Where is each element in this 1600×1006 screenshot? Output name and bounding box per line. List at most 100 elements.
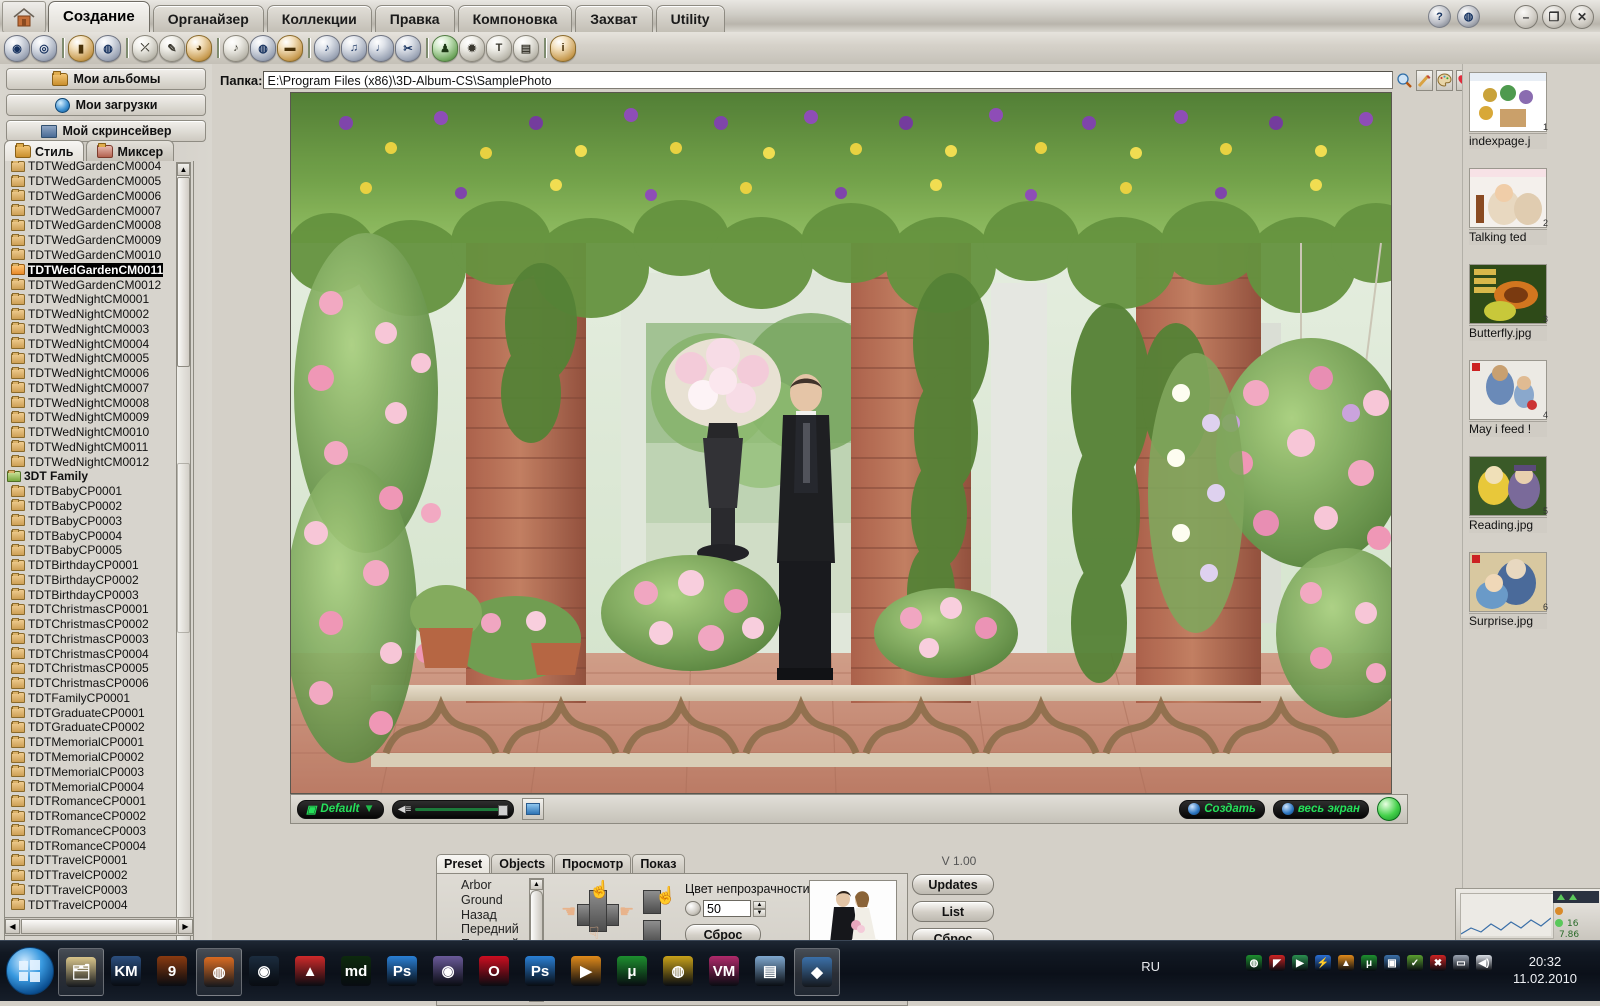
add-photo-icon[interactable]: ▮: [68, 34, 94, 62]
taskbar-explorer-icon[interactable]: 🗂: [58, 948, 104, 996]
thumbnail-image[interactable]: [1469, 264, 1547, 324]
preset-panel-tabs[interactable]: Preset Objects Просмотр Показ: [436, 854, 686, 874]
help-question-icon[interactable]: ?: [1428, 5, 1451, 28]
fullscreen-button[interactable]: весь экран: [1272, 799, 1369, 819]
window-controls[interactable]: – ❐ ✕: [1514, 5, 1594, 29]
tab-style[interactable]: Стиль: [4, 140, 85, 162]
tree-item[interactable]: TDTBabyCP0004: [5, 528, 191, 543]
tree-item[interactable]: TDTChristmasCP0001: [5, 602, 191, 617]
opacity-decrease-icon[interactable]: ▼: [753, 908, 766, 917]
scroll-left-arrow-icon[interactable]: ◀: [5, 919, 20, 934]
tree-item[interactable]: TDTBabyCP0003: [5, 513, 191, 528]
tree-item[interactable]: TDTGraduateCP0001: [5, 705, 191, 720]
tab-компоновка[interactable]: Компоновка: [457, 5, 573, 32]
tree-item[interactable]: TDTWedNightCM0008: [5, 395, 191, 410]
globe-icon[interactable]: ◍: [250, 34, 276, 62]
windows-start-button[interactable]: [6, 947, 54, 995]
language-indicator[interactable]: RU: [1141, 959, 1160, 974]
tree-item[interactable]: TDTWedNightCM0011: [5, 440, 191, 455]
tree-item[interactable]: TDTWedGardenCM0005: [5, 174, 191, 189]
system-tray[interactable]: ◍ ◤ ▶ ⚡ ▲ μ ▣ ✓ ✖ ▭ ◀): [1246, 955, 1492, 971]
tree-item[interactable]: TDTChristmasCP0002: [5, 617, 191, 632]
tree-item[interactable]: TDTBirthdayCP0002: [5, 572, 191, 587]
tray-flash-icon[interactable]: ⚡: [1315, 955, 1331, 971]
taskbar-notes-icon[interactable]: ▤: [748, 948, 792, 994]
thumbnail-item[interactable]: 1 indexpage.j: [1469, 72, 1549, 149]
bell-icon[interactable]: ◕: [186, 34, 212, 62]
music-note-icon[interactable]: ♪: [314, 34, 340, 62]
magnifier-icon[interactable]: [1396, 71, 1413, 90]
taskbar-kmplayer-icon[interactable]: KM: [104, 948, 148, 994]
home-button[interactable]: [2, 1, 46, 33]
tree-item[interactable]: TDTGraduateCP0002: [5, 720, 191, 735]
taskbar-md-icon[interactable]: md: [334, 948, 378, 994]
tree-item[interactable]: TDTWedNightCM0003: [5, 321, 191, 336]
sidebar-button-my-screensaver[interactable]: Мой скринсейвер: [6, 120, 206, 142]
taskbar-media-player-icon[interactable]: ▶: [564, 948, 608, 994]
tree-item[interactable]: TDTTravelCP0002: [5, 868, 191, 883]
tree-horizontal-scrollbar[interactable]: ◀ ▶: [4, 917, 194, 936]
opacity-input[interactable]: 50: [703, 900, 751, 917]
hscroll-thumb[interactable]: [21, 919, 177, 934]
desktop-gadget[interactable]: 16 7.86: [1455, 888, 1600, 942]
tree-item[interactable]: TDTWedNightCM0010: [5, 425, 191, 440]
tab-правка[interactable]: Правка: [374, 5, 455, 32]
thumbnail-image[interactable]: [1469, 360, 1547, 420]
object-list-item[interactable]: Ground: [447, 893, 537, 908]
tree-item[interactable]: TDTRomanceCP0003: [5, 823, 191, 838]
tree-item[interactable]: TDTWedNightCM0006: [5, 366, 191, 381]
tree-item[interactable]: TDTWedGardenCM0012: [5, 277, 191, 292]
tab-захват[interactable]: Захват: [575, 5, 653, 32]
tree-item[interactable]: TDTWedGardenCM0006: [5, 189, 191, 204]
thumbnail-item[interactable]: 4 May i feed !: [1469, 360, 1549, 437]
close-button[interactable]: ✕: [1570, 5, 1594, 29]
volume-knob[interactable]: [497, 804, 508, 816]
tree-item[interactable]: TDTTravelCP0001: [5, 853, 191, 868]
tree-item[interactable]: TDTRomanceCP0001: [5, 794, 191, 809]
tray-network-icon[interactable]: ▭: [1453, 955, 1469, 971]
tree-item[interactable]: TDTWedGardenCM0009: [5, 233, 191, 248]
folder-open-icon[interactable]: ▬: [277, 34, 303, 62]
tree-item[interactable]: TDTMemorialCP0002: [5, 750, 191, 765]
create-button[interactable]: Создать: [1179, 799, 1265, 819]
taskbar-album3d-icon[interactable]: ◆: [794, 948, 840, 996]
scroll-right-arrow-icon[interactable]: ▶: [178, 919, 193, 934]
thumbnail-panel[interactable]: 1 indexpage.j 2 Talking ted 3 Butterfly.jpg 4 M…: [1462, 64, 1600, 940]
music-cut-icon[interactable]: ✂: [395, 34, 421, 62]
tray-red-icon[interactable]: ◤: [1269, 955, 1285, 971]
taskbar-dvd-player-icon[interactable]: ◉: [242, 948, 286, 994]
tree-item[interactable]: TDTTravelCP0003: [5, 883, 191, 898]
tree-item[interactable]: TDTRomanceCP0002: [5, 809, 191, 824]
tray-check-icon[interactable]: ✓: [1407, 955, 1423, 971]
status-orb[interactable]: [1377, 797, 1401, 821]
shuffle-icon[interactable]: ⤫: [132, 34, 158, 62]
tree-item[interactable]: TDTTravelCP0004: [5, 897, 191, 912]
thumbnail-image[interactable]: [1469, 456, 1547, 516]
tab-органайзер[interactable]: Органайзер: [152, 5, 264, 32]
volume-track[interactable]: [415, 804, 508, 816]
tree-scroll-thumb[interactable]: [177, 177, 190, 367]
opacity-increase-icon[interactable]: ▲: [753, 900, 766, 909]
panel-tab-objects[interactable]: Objects: [491, 854, 554, 874]
tree-item[interactable]: TDTBabyCP0001: [5, 484, 191, 499]
tree-item[interactable]: TDTWedNightCM0004: [5, 336, 191, 351]
tree-item[interactable]: TDTChristmasCP0005: [5, 661, 191, 676]
tree-item[interactable]: TDTRomanceCP0004: [5, 838, 191, 853]
folder-path-input[interactable]: E:\Program Files (x86)\3D-Album-CS\Sampl…: [262, 71, 1393, 89]
style-tree[interactable]: TDTWedGardenCM0004 TDTWedGardenCM0005 TDTW…: [4, 161, 194, 980]
info-icon[interactable]: i: [550, 34, 576, 62]
object-list-item[interactable]: Arbor: [447, 878, 537, 893]
tree-item[interactable]: TDTWedNightCM0001: [5, 292, 191, 307]
tree-item[interactable]: TDTMemorialCP0004: [5, 779, 191, 794]
effects-icon[interactable]: ✹: [459, 34, 485, 62]
tab-создание[interactable]: Создание: [48, 1, 150, 32]
taskbar-clock[interactable]: 20:32 11.02.2010: [1500, 953, 1590, 987]
tree-item[interactable]: TDTWedGardenCM0007: [5, 203, 191, 218]
new-album-icon[interactable]: ◉: [4, 34, 30, 62]
tray-blue-icon[interactable]: ▣: [1384, 955, 1400, 971]
hand-rotate-icon[interactable]: ☝: [655, 886, 676, 906]
taskbar-opera-icon[interactable]: O: [472, 948, 516, 994]
web-publish-icon[interactable]: ◍: [95, 34, 121, 62]
tab-коллекции[interactable]: Коллекции: [266, 5, 372, 32]
minimize-button[interactable]: –: [1514, 5, 1538, 29]
